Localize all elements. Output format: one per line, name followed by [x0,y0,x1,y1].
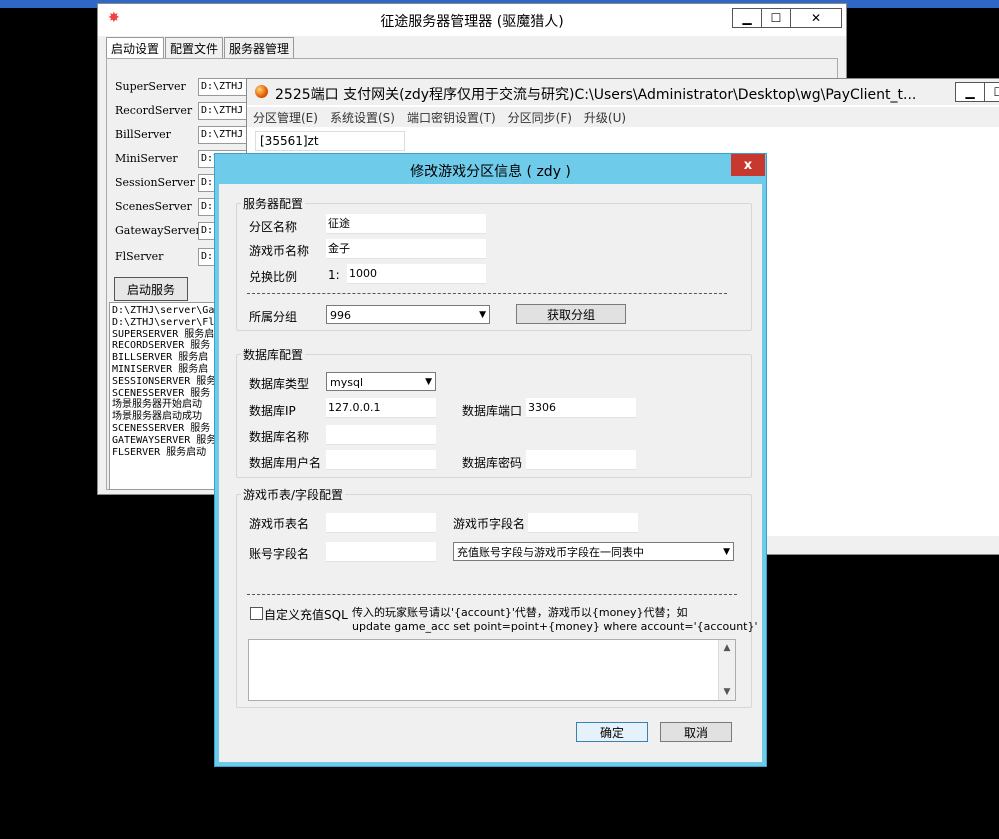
scroll-down-icon[interactable]: ▼ [719,684,735,700]
db-port-input[interactable]: 3306 [526,398,636,418]
server-label-mini: MiniServer [115,152,178,165]
server-label-bill: BillServer [115,128,171,141]
menu-system-settings[interactable]: 系统设置(S) [324,107,401,127]
server-manager-titlebar[interactable]: ✸ 征途服务器管理器 (驱魔猎人) ▁ ☐ ✕ [98,4,846,36]
divider [247,293,727,294]
db-type-label: 数据库类型 [249,377,310,391]
minimize-button[interactable]: ▁ [732,8,762,28]
menu-zone-sync[interactable]: 分区同步(F) [502,107,578,127]
server-label-record: RecordServer [115,104,193,117]
tab-config-files[interactable]: 配置文件 [165,37,224,59]
chevron-down-icon: ▼ [479,310,486,320]
currency-name-label: 游戏币名称 [249,244,310,258]
chevron-down-icon: ▼ [723,547,730,557]
db-type-select[interactable]: mysql ▼ [326,372,436,391]
server-label-gateway: GatewayServer [115,224,201,237]
ok-button[interactable]: 确定 [576,722,648,742]
currency-name-input[interactable]: 金子 [326,239,486,259]
exchange-ratio-label: 兑换比例 [249,270,298,284]
currency-table-title: 游戏币表/字段配置 [241,486,346,503]
start-service-button[interactable]: 启动服务 [114,277,188,301]
exchange-ratio-input[interactable]: 1000 [347,264,486,284]
currency-field-input[interactable] [528,513,638,533]
zone-name-label: 分区名称 [249,220,298,234]
menu-zone-management[interactable]: 分区管理(E) [247,107,324,127]
server-label-fl: FlServer [115,250,164,263]
custom-sql-checkbox[interactable] [250,607,263,620]
currency-table-label: 游戏币表名 [249,517,310,531]
dialog-close-button[interactable]: x [731,154,765,176]
close-button[interactable]: ✕ [790,8,842,28]
dialog-body: 服务器配置 分区名称 征途 游戏币名称 金子 兑换比例 1: 1000 所属分组… [219,184,762,762]
menu-port-key-settings[interactable]: 端口密钥设置(T) [401,107,502,127]
server-config-group: 服务器配置 分区名称 征途 游戏币名称 金子 兑换比例 1: 1000 所属分组… [236,195,752,331]
db-ip-input[interactable]: 127.0.0.1 [326,398,436,418]
tab-startup-settings[interactable]: 启动设置 [106,37,165,59]
menu-upgrade[interactable]: 升级(U) [578,107,632,127]
dialog-titlebar[interactable]: 修改游戏分区信息 ( zdy ) x [215,154,766,184]
zone-name-input[interactable]: 征途 [326,214,486,234]
pay-maximize-button[interactable]: ☐ [984,82,999,102]
server-label-session: SessionServer [115,176,195,189]
table-mode-value: 充值账号字段与游戏币字段在一同表中 [457,546,644,559]
db-name-label: 数据库名称 [249,430,310,444]
app-orb-icon [255,85,268,98]
server-path-super[interactable]: D:\ZTHJ [198,78,252,96]
custom-sql-textarea[interactable]: ▲ ▼ [248,639,736,701]
textarea-scrollbar[interactable]: ▲ ▼ [718,640,735,700]
database-config-title: 数据库配置 [241,346,306,363]
divider [247,594,737,595]
server-label-super: SuperServer [115,80,186,93]
currency-table-group: 游戏币表/字段配置 游戏币表名 游戏币字段名 账号字段名 充值账号字段与游戏币字… [236,486,758,708]
db-user-input[interactable] [326,450,436,470]
list-item[interactable]: [35561]zt [255,131,405,151]
pay-menubar: 分区管理(E) 系统设置(S) 端口密钥设置(T) 分区同步(F) 升级(U) [247,107,999,127]
group-label: 所属分组 [249,310,298,324]
db-password-input[interactable] [526,450,636,470]
exchange-ratio-prefix: 1: [328,268,340,282]
sql-hint-line2: update game_acc set point=point+{money} … [352,620,758,633]
currency-table-input[interactable] [326,513,436,533]
db-ip-label: 数据库IP [249,404,296,418]
dialog-title: 修改游戏分区信息 ( zdy ) [410,164,571,180]
account-field-label: 账号字段名 [249,547,310,561]
server-label-scenes: ScenesServer [115,200,192,213]
chevron-down-icon: ▼ [425,377,432,387]
account-field-input[interactable] [326,542,436,562]
cancel-button[interactable]: 取消 [660,722,732,742]
zone-list: [35561]zt [255,131,405,151]
tab-server-management[interactable]: 服务器管理 [224,37,295,59]
server-config-title: 服务器配置 [241,195,306,212]
group-select[interactable]: 996 ▼ [326,305,490,324]
server-path-bill[interactable]: D:\ZTHJ [198,126,252,144]
edit-zone-dialog: 修改游戏分区信息 ( zdy ) x 服务器配置 分区名称 征途 游戏币名称 金… [214,153,767,767]
custom-sql-label[interactable]: 自定义充值SQL [264,606,348,623]
pay-gateway-title: 2525端口 支付网关(zdy程序仅用于交流与研究)C:\Users\Admin… [275,87,917,103]
scroll-up-icon[interactable]: ▲ [719,640,735,656]
pay-minimize-button[interactable]: ▁ [955,82,985,102]
server-path-record[interactable]: D:\ZTHJ [198,102,252,120]
group-select-value: 996 [330,309,351,322]
db-user-label: 数据库用户名 [249,456,322,470]
db-port-label: 数据库端口 [462,404,523,418]
maximize-button[interactable]: ☐ [761,8,791,28]
currency-field-label: 游戏币字段名 [453,517,526,531]
table-mode-select[interactable]: 充值账号字段与游戏币字段在一同表中 ▼ [453,542,734,561]
db-password-label: 数据库密码 [462,456,523,470]
sql-hint-line1: 传入的玩家账号请以'{account}'代替，游戏币以{money}代替；如 [352,606,688,619]
db-name-input[interactable] [326,425,436,445]
database-config-group: 数据库配置 数据库类型 mysql ▼ 数据库IP 127.0.0.1 数据库端… [236,346,752,478]
fetch-group-button[interactable]: 获取分组 [516,304,626,324]
db-type-value: mysql [330,376,363,389]
pay-gateway-titlebar[interactable]: 2525端口 支付网关(zdy程序仅用于交流与研究)C:\Users\Admin… [247,79,999,105]
